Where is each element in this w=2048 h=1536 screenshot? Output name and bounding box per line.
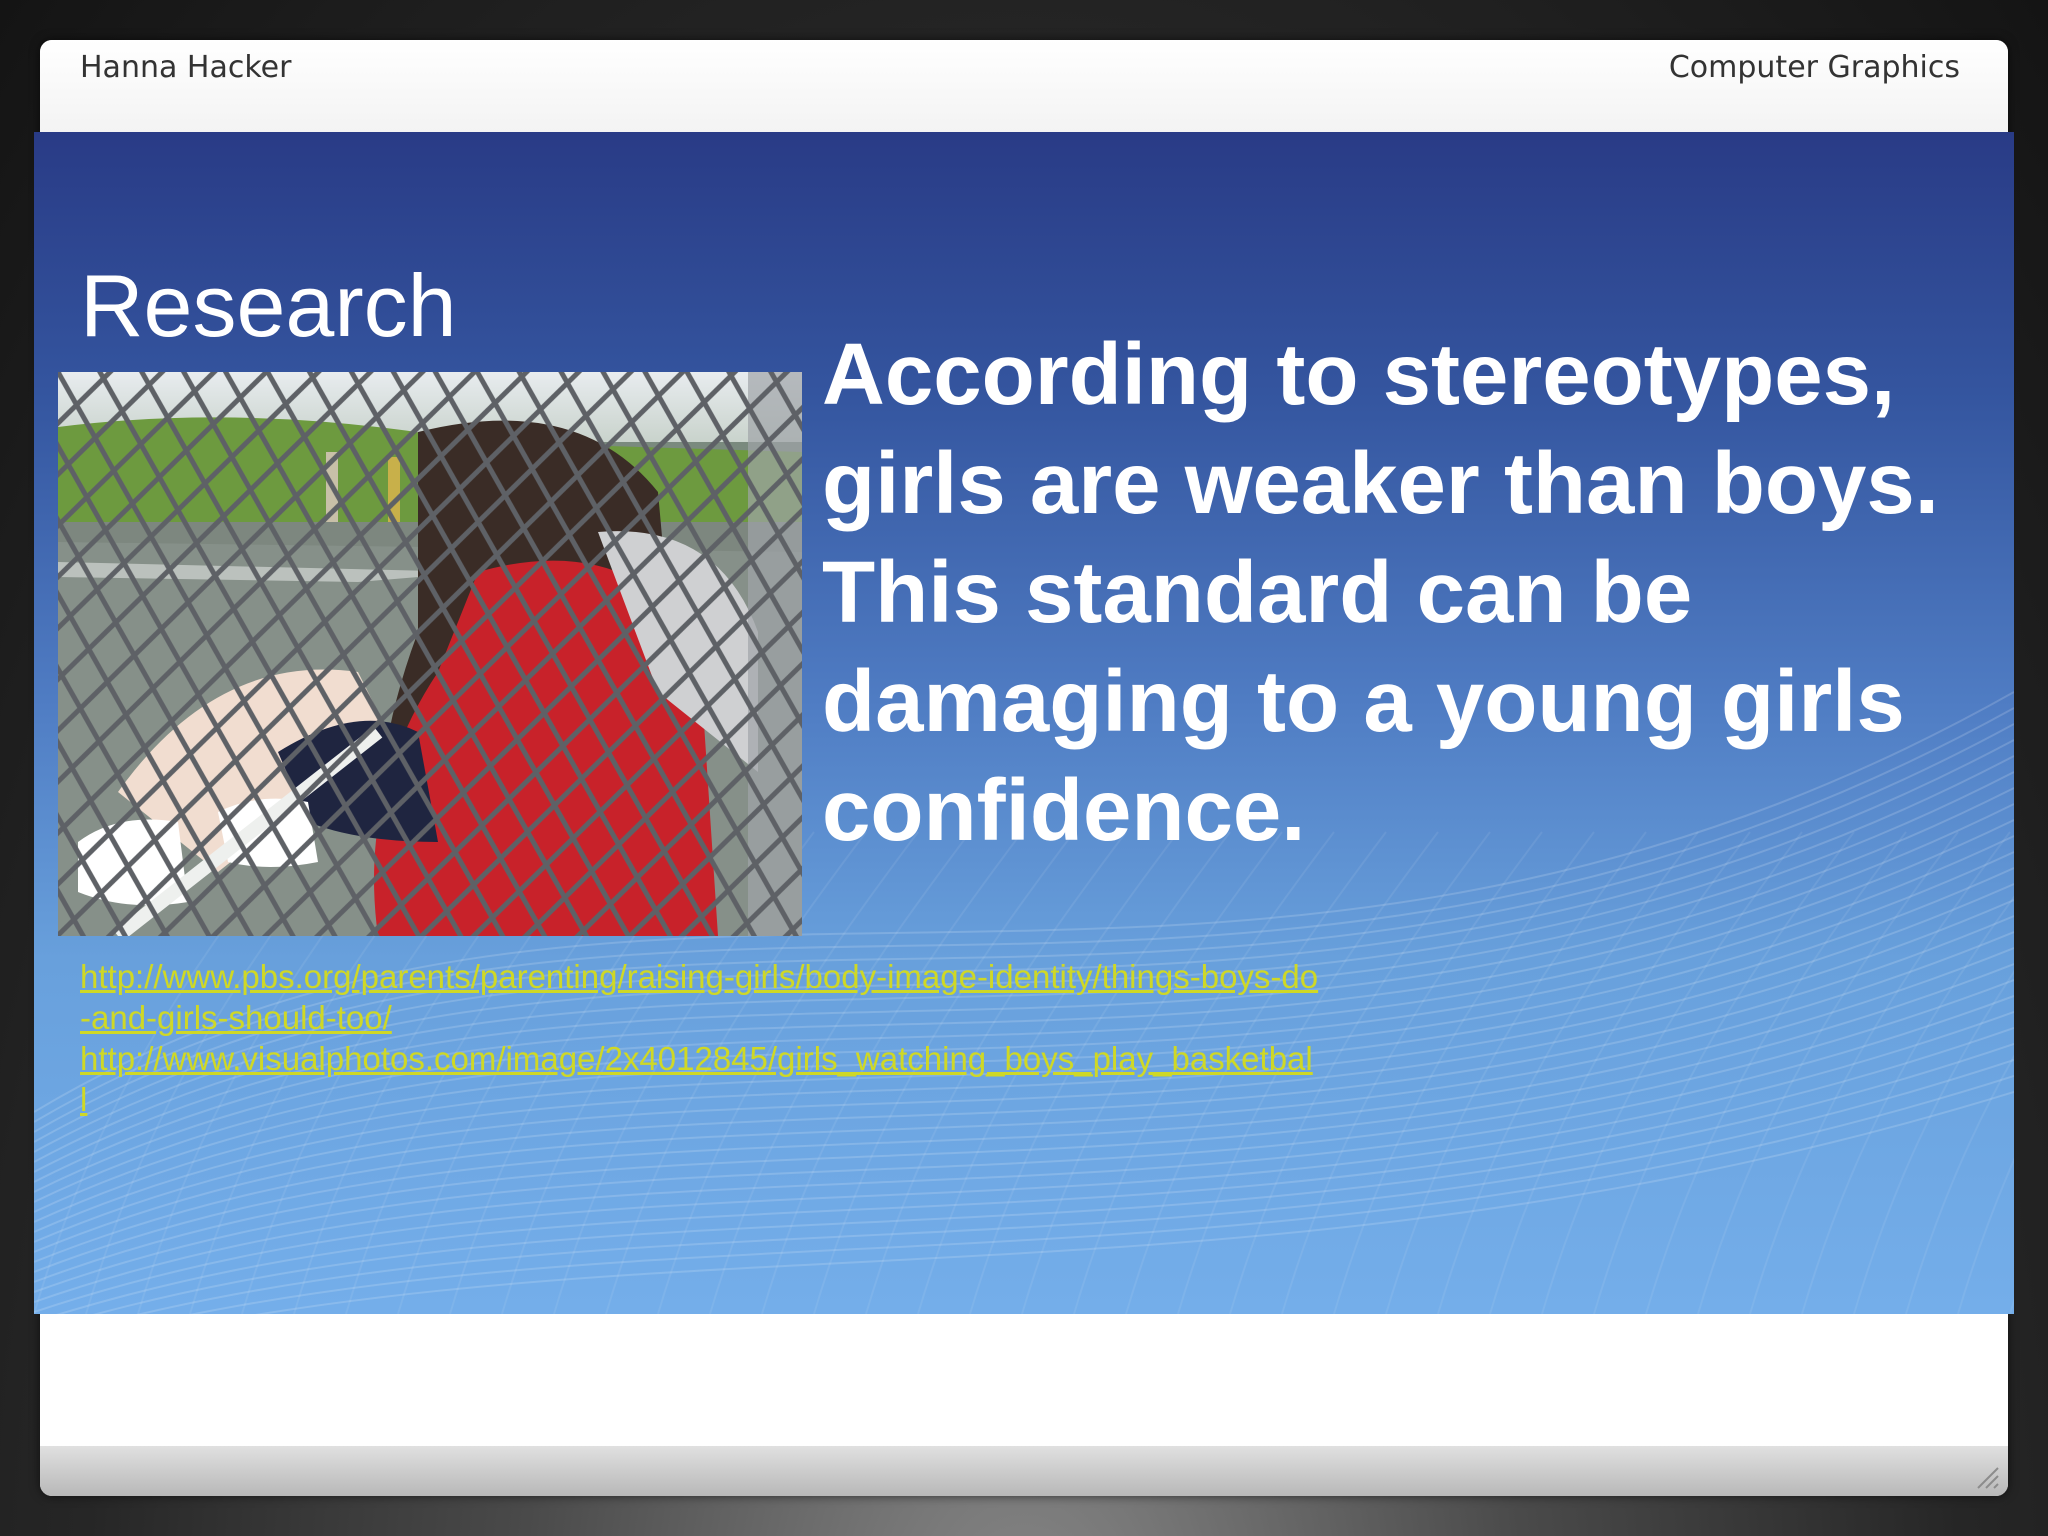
header-course: Computer Graphics xyxy=(1668,50,1960,85)
source-link-visualphotos[interactable]: http://www.visualphotos.com/image/2x4012… xyxy=(80,1038,1320,1120)
slide-title: Research xyxy=(80,256,457,355)
source-link-pbs[interactable]: http://www.pbs.org/parents/parenting/rai… xyxy=(80,956,1320,1038)
slide-body-text: According to stereotypes, girls are weak… xyxy=(822,326,1939,859)
header-author: Hanna Hacker xyxy=(80,50,292,85)
resize-grip-icon[interactable] xyxy=(1970,1460,2000,1490)
footer-bar xyxy=(40,1446,2008,1496)
slide-photo xyxy=(58,372,802,936)
header-bar: Hanna Hacker Computer Graphics xyxy=(40,40,2008,132)
source-links: http://www.pbs.org/parents/parenting/rai… xyxy=(80,956,1320,1120)
